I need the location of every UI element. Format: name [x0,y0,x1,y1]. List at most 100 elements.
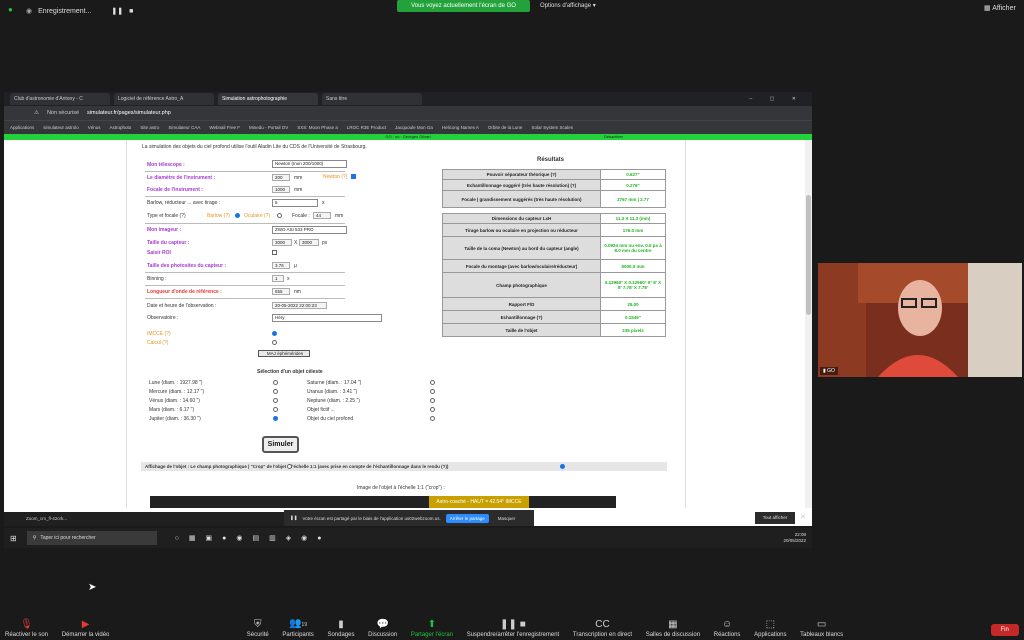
reactions-button[interactable]: ☺ Réactions [714,620,741,639]
address-bar[interactable]: ⚠ Non sécurisé simulateur.fr/pages/simul… [4,106,812,120]
bookmark[interactable]: Solar System Scales [531,125,573,130]
roi-checkbox[interactable] [272,250,277,255]
eyepiece-option-label: Oculaire (?) [244,213,271,219]
polls-button[interactable]: ▮ Sondages [327,620,354,639]
bookmark[interactable]: Helicong Names A [442,125,479,130]
field-radio[interactable] [287,464,292,469]
bookmark[interactable]: Jacquoule Mon Ga [395,125,433,130]
bookmark[interactable]: Simulateur CAA [168,125,200,130]
show-all-button[interactable]: Tout afficher [755,512,795,524]
recording-control-button[interactable]: ❚❚ ■ Suspendre/arrêter l'enregistrement [467,620,560,639]
scrollbar[interactable] [805,140,812,508]
object-radio[interactable] [430,407,435,412]
calcul-radio[interactable] [272,340,277,345]
windows-start-icon[interactable]: ⊞ [10,534,17,543]
object-radio[interactable] [273,398,278,403]
eyepiece-focal-label: Focale : [292,213,310,219]
view-button[interactable]: ▦ Afficher [984,4,1016,12]
unmute-button[interactable]: 🎙 Réactiver le son [5,620,48,639]
live-transcript-button[interactable]: CC Transcription en direct [572,619,633,639]
security-button[interactable]: ⛨ Sécurité [247,620,269,639]
participants-button[interactable]: 👥19 Participants [282,619,313,639]
sensor-width-input[interactable]: 3000 [272,239,292,246]
taskbar-search[interactable]: ⚲ Taper ici pour rechercher [26,531,157,545]
focal-input[interactable]: 1000 [272,186,290,193]
chat-button[interactable]: 💬 Discussion [368,620,397,639]
browser-tab[interactable]: Club d'astronomie d'Antony - C [10,93,110,105]
pause-icon[interactable]: ❚❚ [111,7,123,15]
end-meeting-button[interactable]: Fin [990,624,1019,636]
diameter-label: Le diamètre de l'instrument : [147,175,216,181]
participant-name: GO [827,368,835,374]
result-key: Taille de l'objet [443,324,601,336]
browser-tab[interactable]: Sans titre [322,93,422,105]
taskbar-app-icons[interactable]: ○▦▣●◉▤▥◈◉● [175,534,332,542]
bookmark[interactable]: LROC R3E Product [347,125,386,130]
observatory-select[interactable]: Héry [272,314,382,322]
share-options-button[interactable]: Options d'affichage ▾ [540,0,596,12]
eyepiece-radio[interactable] [277,213,282,218]
window-controls[interactable]: – ▢ ✕ [750,96,804,102]
pixel-size-input[interactable]: 3.76 [272,262,290,269]
result-key: Echantillonnage (?) [443,311,601,323]
unit-label: mm [294,175,303,181]
browser-tab[interactable]: Simulation astrophotographie [218,93,318,105]
barlow-select[interactable]: 5 [272,199,318,207]
diameter-input[interactable]: 200 [272,174,290,181]
imager-select[interactable]: ZWO ASI 533 PRO [272,226,347,234]
crop-radio[interactable] [560,464,565,469]
wavelength-input[interactable]: 555 [272,288,290,295]
breakout-rooms-button[interactable]: ▦ Salles de discussion [646,620,700,639]
url-text[interactable]: simulateur.fr/pages/simulateur.php [87,110,171,116]
date-input[interactable]: 20-05-2022 22:00:23 [272,302,327,309]
clock[interactable]: 22:08 20/05/2022 [783,532,806,544]
zoom-download-item[interactable]: Zoom_cm_fl-42crk... [4,512,284,526]
unit-label: mm [335,213,344,219]
bookmark[interactable]: simulateur astrolo [43,125,79,130]
sensor-height-input[interactable]: 3000 [299,239,319,246]
scrollbar-thumb[interactable] [806,195,811,315]
bookmark[interactable]: Orbite de la Lune [488,125,523,130]
barlow-radio[interactable] [235,213,240,218]
imcce-radio[interactable] [272,331,277,336]
object-radio[interactable] [273,389,278,394]
object-radio[interactable] [273,380,278,385]
binning-input[interactable]: 1 [272,275,284,282]
bookmark[interactable]: Minedu - Portail OV [249,125,288,130]
start-video-button[interactable]: ▶ Démarrer la vidéo [62,620,110,639]
object-radio[interactable] [273,407,278,412]
bookmark[interactable]: Site astro [140,125,159,130]
object-option-label: Jupiter (diam. : 36.30 ") [149,416,201,422]
stop-share-button[interactable]: Arrêter le partage [445,513,489,523]
participant-video[interactable]: ▮ GO [818,263,1022,377]
object-radio[interactable] [430,416,435,421]
telescope-select[interactable]: Newton (Inon 200/1000) [272,160,347,168]
bookmark[interactable]: Vénus [88,125,101,130]
update-ephemerides-button[interactable]: MAJ éphémérides [258,350,310,357]
hide-button[interactable]: Masquer [494,514,520,523]
close-icon[interactable]: ✕ [800,513,806,521]
whiteboards-button[interactable]: ▭ Tableaux blancs [800,619,843,639]
object-option-label: Objet du ciel profond [307,416,354,422]
whiteboard-icon: ▭ [816,619,827,630]
object-option-label: Objet fictif ... [307,407,335,413]
object-radio[interactable] [430,398,435,403]
object-radio[interactable] [430,389,435,394]
notification-text: Votre écran est partagé par le biais de … [302,515,441,521]
stop-icon[interactable]: ■ [129,8,133,15]
control-label: Transcription en direct [572,632,633,638]
object-radio[interactable] [430,380,435,385]
bookmark[interactable]: SXS: Moon Phase a [297,125,338,130]
bookmark[interactable]: Webnail Free F [209,125,240,130]
object-radio[interactable] [273,416,278,421]
share-screen-button[interactable]: ⬆ Partager l'écran [411,620,453,639]
newton-checkbox[interactable] [351,174,356,179]
apps-button[interactable]: ⬚ Applications [754,620,786,639]
bookmark[interactable]: Astrophoto [110,125,132,130]
browser-tab[interactable]: Logiciel de référence Astro_A [114,93,214,105]
simulate-button[interactable]: Simuler [262,436,299,453]
eyepiece-focal-input[interactable]: 44 [313,212,331,219]
bookmark[interactable]: Applications [10,125,34,130]
cc-icon: CC [595,619,610,630]
recording-indicator[interactable]: ◉ Enregistrement... ❚❚ ■ [26,4,133,18]
